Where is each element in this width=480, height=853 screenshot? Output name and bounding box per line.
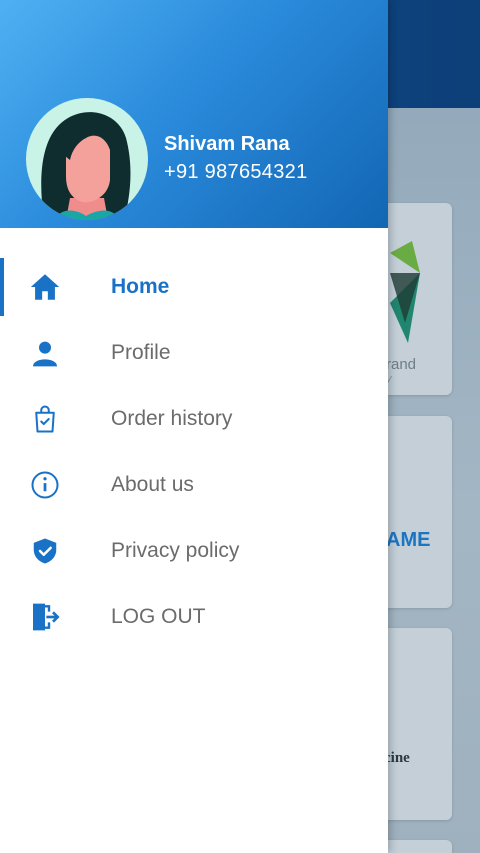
home-icon (28, 270, 62, 304)
shield-check-icon (28, 534, 62, 568)
background-card-text: rand (386, 356, 417, 373)
drawer-header: Shivam Rana +91 987654321 (0, 0, 388, 228)
menu-item-privacy-policy[interactable]: Privacy policy (0, 522, 388, 582)
menu-item-log-out[interactable]: LOG OUT (0, 588, 388, 648)
menu-item-about-us[interactable]: About us (0, 456, 388, 516)
menu-item-order-history[interactable]: Order history (0, 390, 388, 450)
menu-item-label: About us (111, 473, 194, 496)
user-icon (28, 336, 62, 370)
menu-item-label: Profile (111, 341, 171, 364)
user-name: Shivam Rana (164, 133, 290, 155)
menu-item-profile[interactable]: Profile (0, 324, 388, 384)
navigation-drawer: Shivam Rana +91 987654321 Home Profile O… (0, 0, 388, 853)
menu-item-label: LOG OUT (111, 605, 206, 628)
background-card-text: AME (386, 529, 431, 551)
menu-item-home[interactable]: Home (0, 258, 388, 318)
menu-item-label: Home (111, 275, 170, 298)
info-icon (28, 468, 62, 502)
menu-item-label: Privacy policy (111, 539, 240, 562)
user-phone: +91 987654321 (164, 161, 308, 183)
menu-item-label: Order history (111, 407, 233, 430)
logout-icon (28, 600, 62, 634)
avatar-illustration-icon (41, 112, 131, 220)
avatar[interactable] (26, 98, 148, 220)
shopping-bag-check-icon (28, 402, 62, 436)
